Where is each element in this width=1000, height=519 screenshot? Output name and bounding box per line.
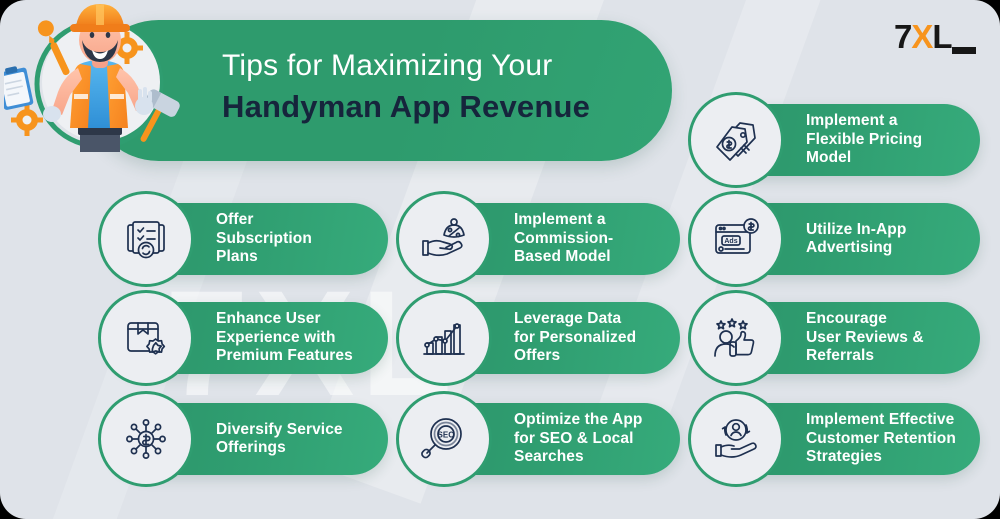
- logo-text-l: L: [932, 18, 952, 55]
- tip-card-label-line: Leverage Data: [514, 310, 622, 328]
- seo-magnifier-icon: SEO: [396, 391, 492, 487]
- tip-card-personalized-offers[interactable]: Leverage Data for Personalized Offers: [396, 290, 680, 386]
- brand-logo: 7XL: [894, 20, 976, 54]
- tip-card-premium-features[interactable]: Enhance User Experience with Premium Featu…: [98, 290, 388, 386]
- tip-card-label-line: Subscription: [216, 229, 312, 247]
- ads-browser-window-icon: Ads: [688, 191, 784, 287]
- user-thumbs-up-stars-icon: [688, 290, 784, 386]
- tip-card-label-line: User Reviews &: [806, 328, 924, 346]
- tip-card-label: Leverage Data for Personalized Offers: [514, 310, 636, 366]
- page-title-line-2: Handyman App Revenue: [222, 89, 591, 124]
- logo-text-7: 7: [894, 18, 912, 55]
- handyman-illustration: [0, 2, 194, 177]
- tip-card-label: Enhance User Experience with Premium Featu…: [216, 310, 353, 366]
- page-title-line-1: Tips for Maximizing Your: [222, 49, 553, 82]
- bar-chart-trend-icon: [396, 290, 492, 386]
- tip-card-user-reviews-referrals[interactable]: Encourage User Reviews & Referrals: [688, 290, 980, 386]
- tip-card-seo-local-searches[interactable]: SEO Optimize the App for SEO & Local Searc…: [396, 391, 680, 487]
- logo-underbar: [952, 47, 976, 54]
- tip-card-label: Diversify Service Offerings: [216, 421, 343, 458]
- tip-card-in-app-advertising[interactable]: Ads Utilize In-App Advertising: [688, 191, 980, 287]
- logo-text-x: X: [911, 18, 933, 55]
- tip-card-commission-based-model[interactable]: Implement a Commission- Based Model: [396, 191, 680, 287]
- hand-money-percent-icon: [396, 191, 492, 287]
- tip-card-label: Encourage User Reviews & Referrals: [806, 310, 924, 366]
- tip-card-label-line: Searches: [514, 448, 584, 466]
- tip-card-label: Implement a Commission- Based Model: [514, 211, 613, 267]
- tip-card-label: Offer Subscription Plans: [216, 211, 312, 267]
- tip-card-label-line: Implement a: [806, 112, 898, 130]
- tip-card-label-line: Implement Effective: [806, 411, 955, 429]
- tip-card-customer-retention[interactable]: Implement Effective Customer Retention Str…: [688, 391, 980, 487]
- tip-card-label-line: Premium Features: [216, 347, 353, 365]
- tip-card-label-line: Experience with: [216, 328, 336, 346]
- tip-card-subscription-plans[interactable]: Offer Subscription Plans: [98, 191, 388, 287]
- tip-card-diversify-service-offerings[interactable]: Diversify Service Offerings: [98, 391, 388, 487]
- tip-card-label-line: Offer: [216, 211, 254, 229]
- tip-card-label-line: Enhance User: [216, 310, 321, 328]
- tip-card-label-line: Offers: [514, 347, 561, 365]
- tip-card-label-line: for SEO & Local: [514, 429, 634, 447]
- subscription-documents-refresh-icon: [98, 191, 194, 287]
- tip-card-label: Implement Effective Customer Retention Str…: [806, 411, 956, 467]
- tip-card-label-line: Diversify Service: [216, 420, 343, 438]
- tip-card-label-line: Implement a: [514, 211, 606, 229]
- tip-card-label: Optimize the App for SEO & Local Searches: [514, 411, 642, 467]
- tip-card-label-line: Commission-: [514, 229, 614, 247]
- tip-card-label: Implement a Flexible Pricing Model: [806, 112, 922, 168]
- tip-card-label-line: for Personalized: [514, 328, 637, 346]
- price-tags-dollar-icon: [688, 92, 784, 188]
- package-box-badge-icon: [98, 290, 194, 386]
- tip-card-label-line: Strategies: [806, 448, 882, 466]
- network-nodes-dollar-icon: [98, 391, 194, 487]
- page-title: Tips for Maximizing Your Handyman App Re…: [222, 47, 652, 127]
- tip-card-label-line: Offerings: [216, 439, 286, 456]
- tip-card-flexible-pricing[interactable]: Implement a Flexible Pricing Model: [688, 92, 980, 188]
- tip-card-label-line: Encourage: [806, 310, 888, 328]
- tip-card-label-line: Based Model: [514, 248, 611, 266]
- tip-card-label-line: Plans: [216, 248, 258, 266]
- svg-text:SEO: SEO: [438, 431, 455, 440]
- tip-card-label-line: Advertising: [806, 239, 893, 256]
- svg-text:Ads: Ads: [724, 238, 737, 245]
- tip-card-label-line: Flexible Pricing: [806, 130, 923, 148]
- hand-user-retention-icon: [688, 391, 784, 487]
- tip-card-label-line: Model: [806, 149, 852, 167]
- tip-card-label-line: Optimize the App: [514, 411, 643, 429]
- tip-card-label-line: Customer Retention: [806, 429, 956, 447]
- tip-card-label: Utilize In-App Advertising: [806, 221, 906, 258]
- tip-card-label-line: Referrals: [806, 347, 875, 365]
- infographic-canvas: 7XL Tips for Maximizing Your Handyman Ap…: [0, 0, 1000, 519]
- tip-card-label-line: Utilize In-App: [806, 220, 907, 238]
